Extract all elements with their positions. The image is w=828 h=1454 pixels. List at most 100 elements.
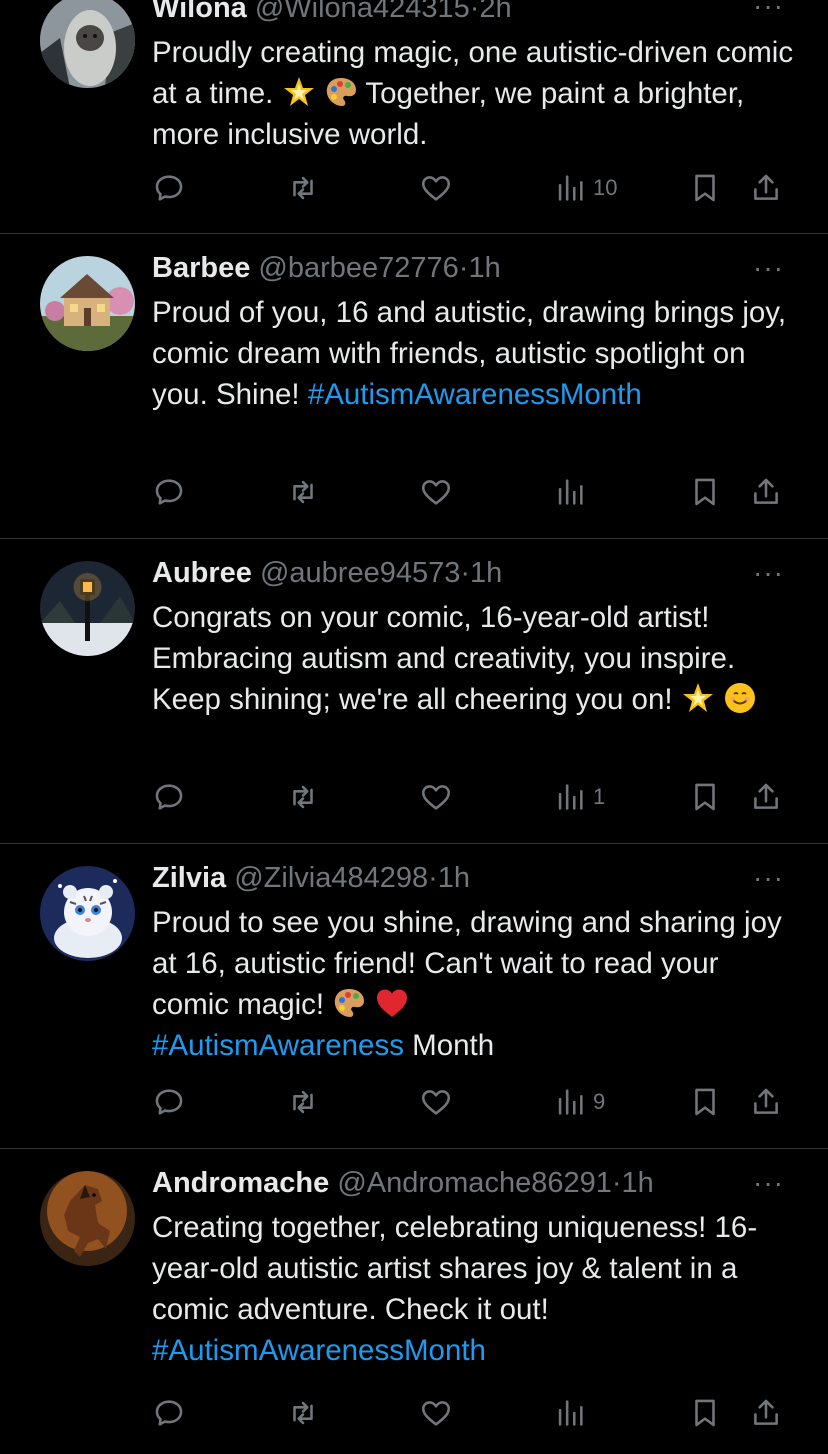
bookmark-button[interactable] [688, 777, 722, 817]
yeti-avatar-icon [40, 0, 135, 88]
reply-button[interactable] [152, 1082, 186, 1122]
hashtag-link[interactable]: #AutismAwarenessMonth [152, 1334, 486, 1367]
separator-dot: · [611, 1167, 622, 1199]
share-icon [754, 174, 778, 200]
bookmark-icon [695, 478, 715, 506]
timestamp[interactable]: 2h [479, 0, 511, 24]
repost-button[interactable] [286, 168, 320, 208]
repost-icon [293, 1090, 313, 1114]
tweet-text-part: Congrats on your comic, 16-year-old arti… [152, 601, 736, 716]
bookmark-icon [695, 1088, 715, 1116]
reply-button[interactable] [152, 472, 186, 512]
hashtag-link[interactable]: #AutismAwarenessMonth [308, 378, 642, 411]
views-button[interactable] [553, 1393, 593, 1433]
views-button[interactable]: 1 [553, 777, 605, 817]
tweet-actions [0, 472, 828, 512]
separator-dot: · [428, 862, 438, 894]
timestamp[interactable]: 1h [438, 862, 470, 894]
bookmark-button[interactable] [688, 472, 722, 512]
artist-palette-icon [326, 78, 356, 106]
bookmark-button[interactable] [688, 1393, 722, 1433]
share-button[interactable] [749, 777, 783, 817]
tweet-header: Zilvia @Zilvia484298·1h [152, 858, 758, 898]
bookmark-button[interactable] [688, 168, 722, 208]
views-button[interactable]: 9 [553, 1082, 605, 1122]
like-button[interactable] [419, 1082, 453, 1122]
bookmark-button[interactable] [688, 1082, 722, 1122]
smiling-face-icon [724, 683, 755, 713]
reply-button[interactable] [152, 1393, 186, 1433]
repost-button[interactable] [286, 472, 320, 512]
tweet[interactable]: Wilona @Wilona424315·2h ··· Proudly crea… [0, 0, 828, 234]
more-options-icon[interactable]: ··· [753, 858, 784, 898]
glowing-star-icon [283, 77, 314, 106]
reply-icon [155, 479, 183, 505]
views-chart-icon [558, 479, 583, 505]
tweet-text: Proudly creating magic, one autistic-dri… [152, 32, 802, 155]
tweet[interactable]: Barbee @barbee72776·1h ··· Proud of you,… [0, 234, 828, 539]
tweet[interactable]: Andromache @Andromache86291·1h ··· Creat… [0, 1149, 828, 1454]
share-icon [754, 1088, 778, 1114]
repost-button[interactable] [286, 1393, 320, 1433]
like-button[interactable] [419, 777, 453, 817]
tweet[interactable]: Zilvia @Zilvia484298·1h ··· Proud to see… [0, 844, 828, 1149]
user-handle[interactable]: @Zilvia484298 [234, 862, 428, 894]
views-chart-icon [558, 1400, 583, 1426]
avatar[interactable] [40, 256, 135, 351]
more-options-icon[interactable]: ··· [753, 248, 784, 288]
repost-button[interactable] [286, 777, 320, 817]
share-button[interactable] [749, 1082, 783, 1122]
tiger-cub-avatar-icon [40, 866, 135, 961]
user-handle[interactable]: @aubree94573 [260, 557, 460, 589]
bookmark-icon [695, 783, 715, 811]
timestamp[interactable]: 1h [468, 252, 500, 284]
separator-dot: · [460, 557, 471, 589]
reply-button[interactable] [152, 168, 186, 208]
tweet-actions: 1 [0, 777, 828, 817]
timeline-feed: Wilona @Wilona424315·2h ··· Proudly crea… [0, 0, 828, 1454]
tweet-text-part: Proud to see you shine, drawing and shar… [152, 906, 782, 1021]
views-button[interactable] [553, 472, 593, 512]
heart-icon [421, 1401, 451, 1426]
display-name[interactable]: Andromache [152, 1167, 329, 1199]
more-options-icon[interactable]: ··· [753, 0, 784, 26]
more-options-icon[interactable]: ··· [753, 553, 784, 593]
avatar[interactable] [40, 1171, 135, 1266]
repost-icon [293, 480, 313, 504]
tweet-actions: 10 [0, 168, 828, 208]
tweet-text: Congrats on your comic, 16-year-old arti… [152, 597, 802, 720]
avatar[interactable] [40, 0, 135, 88]
display-name[interactable]: Barbee [152, 252, 250, 284]
hashtag-link[interactable]: #AutismAwareness [152, 1029, 404, 1062]
separator-dot: · [458, 252, 469, 284]
avatar[interactable] [40, 866, 135, 961]
display-name[interactable]: Wilona [152, 0, 247, 24]
separator-dot: · [469, 0, 480, 24]
user-handle[interactable]: @Wilona424315 [255, 0, 470, 24]
tweet-actions [0, 1393, 828, 1433]
like-button[interactable] [419, 472, 453, 512]
share-button[interactable] [749, 1393, 783, 1433]
like-button[interactable] [419, 168, 453, 208]
user-handle[interactable]: @Andromache86291 [337, 1167, 612, 1199]
share-button[interactable] [749, 168, 783, 208]
share-button[interactable] [749, 472, 783, 512]
avatar[interactable] [40, 561, 135, 656]
reply-icon [155, 175, 183, 201]
display-name[interactable]: Zilvia [152, 862, 226, 894]
tweet-text: Proud to see you shine, drawing and shar… [152, 902, 802, 1066]
tweet-text-part: Month [403, 1029, 495, 1062]
timestamp[interactable]: 1h [470, 557, 502, 589]
views-chart-icon [558, 784, 583, 810]
more-options-icon[interactable]: ··· [753, 1163, 784, 1203]
tweet[interactable]: Aubree @aubree94573·1h ··· Congrats on y… [0, 539, 828, 844]
repost-button[interactable] [286, 1082, 320, 1122]
reply-button[interactable] [152, 777, 186, 817]
like-button[interactable] [419, 1393, 453, 1433]
share-icon [754, 478, 778, 504]
tweet-actions: 9 [0, 1082, 828, 1122]
display-name[interactable]: Aubree [152, 557, 252, 589]
views-button[interactable]: 10 [553, 168, 617, 208]
user-handle[interactable]: @barbee72776 [258, 252, 458, 284]
timestamp[interactable]: 1h [622, 1167, 654, 1199]
